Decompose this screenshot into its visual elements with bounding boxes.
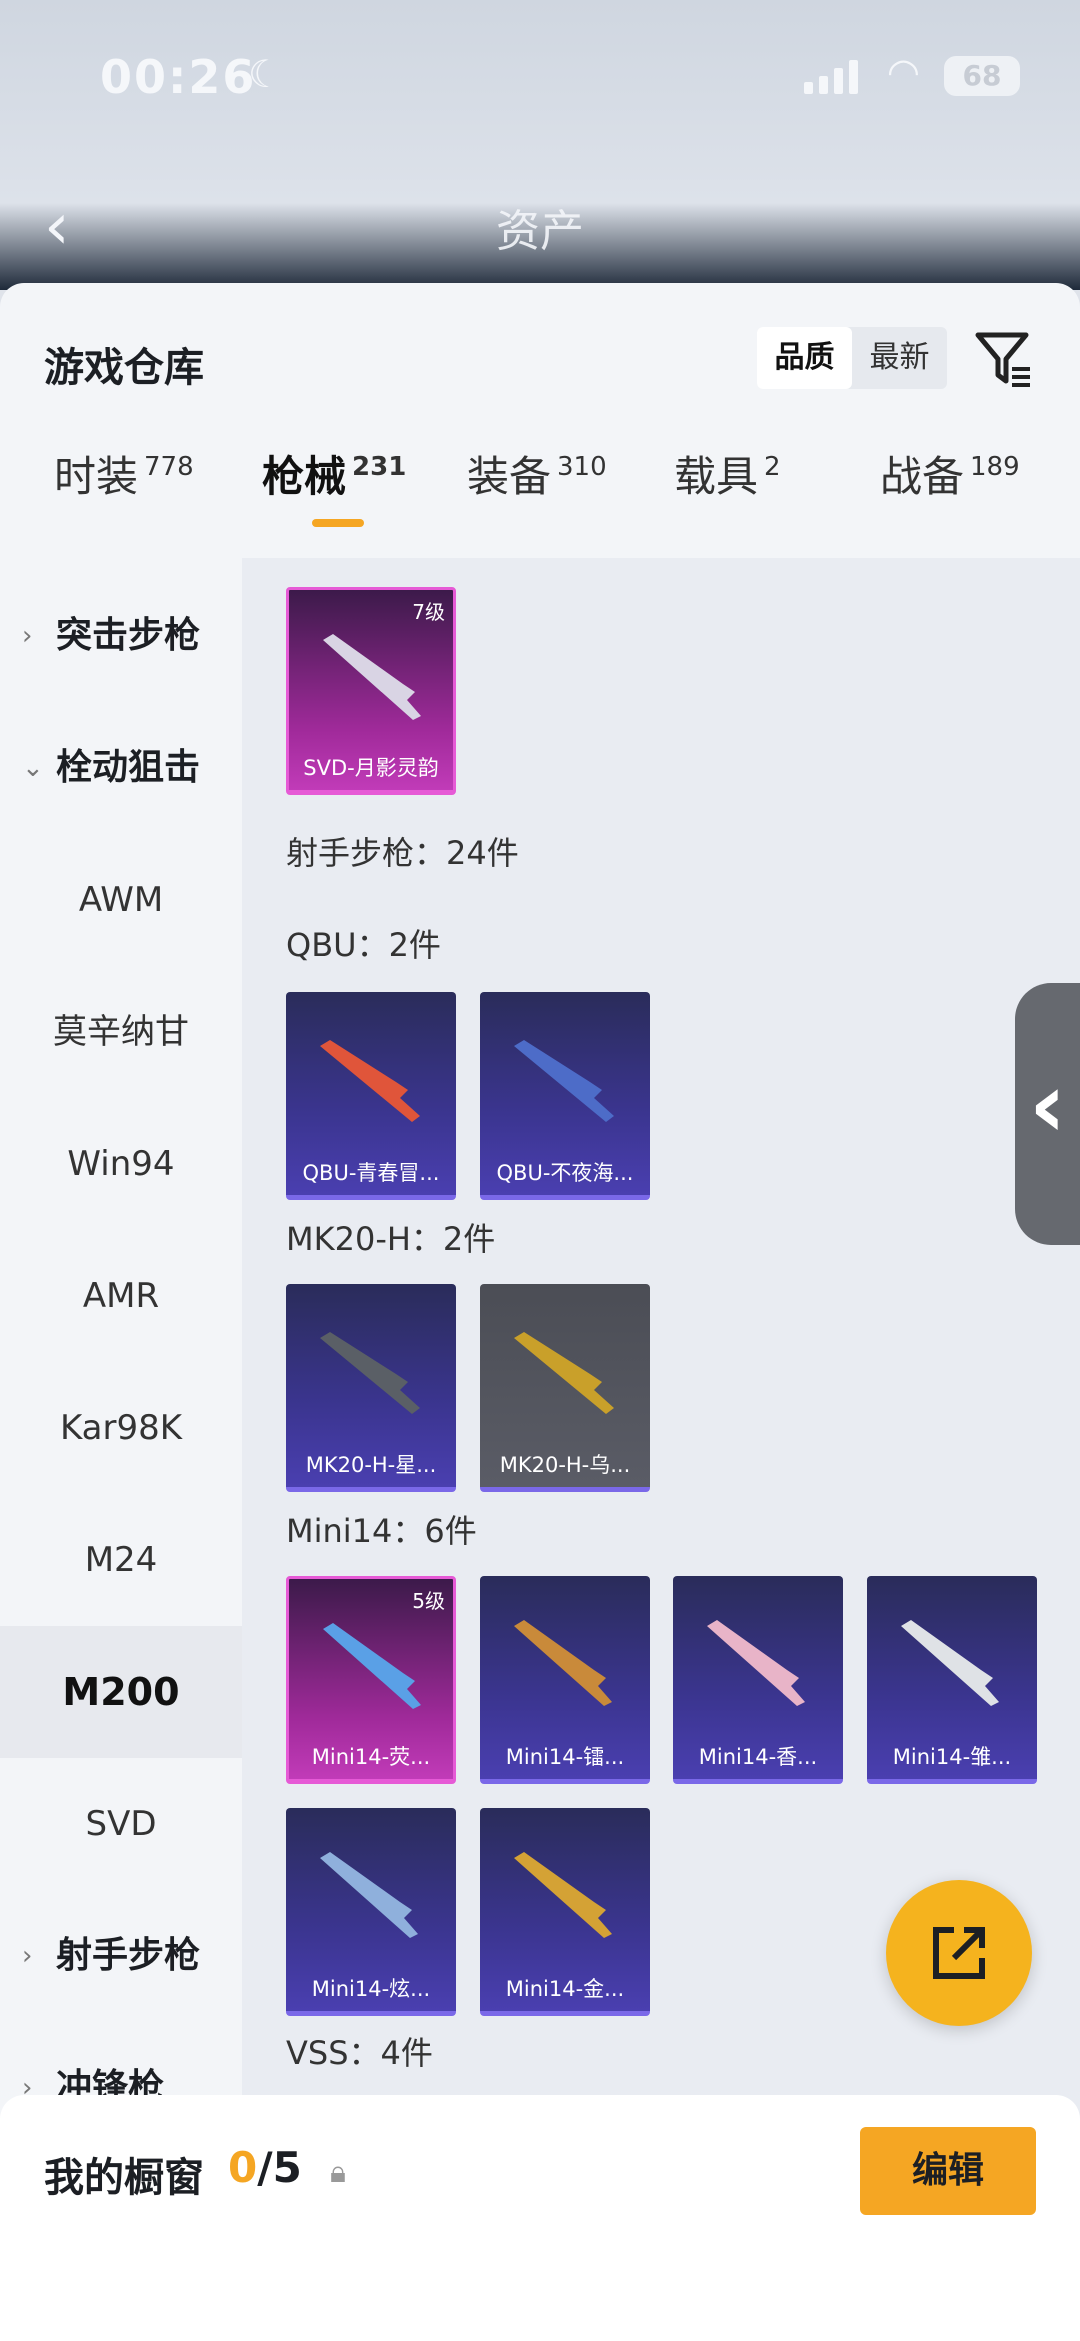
category-kar98k[interactable]: Kar98K [0, 1362, 242, 1494]
category-m24[interactable]: M24 [0, 1494, 242, 1626]
rifle-icon [323, 634, 421, 720]
my-showcase-bar: 我的橱窗 0/5 🔒︎ 编辑 [0, 2095, 1080, 2341]
chevron-right-icon: › [22, 1941, 33, 1971]
weapon-card[interactable]: 7级 SVD-月影灵韵 [286, 587, 456, 795]
category-svd[interactable]: SVD [0, 1758, 242, 1890]
rifle-icon [323, 1623, 421, 1709]
group-header-marksman: 射手步枪：24件 [286, 834, 519, 872]
category-m200[interactable]: M200 [0, 1626, 242, 1758]
weapon-name: Mini14-镭... [505, 1745, 625, 1769]
weapon-name: Mini14-金... [505, 1977, 625, 2001]
sort-latest-button[interactable]: 最新 [852, 327, 947, 389]
weapon-name: QBU-不夜海... [496, 1161, 634, 1185]
sort-quality-button[interactable]: 品质 [757, 327, 852, 389]
status-bar: 00:26 ☾ ◠ 68 [100, 50, 1020, 110]
category-bolt-sniper[interactable]: ⌄ 栓动狙击 [0, 702, 242, 834]
lock-icon: 🔒︎ [330, 2155, 346, 2190]
weapon-name: MK20-H-星... [305, 1453, 437, 1477]
group-header-qbu: QBU：2件 [286, 926, 441, 964]
game-warehouse-sheet: 游戏仓库 品质 最新 时装 778 枪械 231 装备 310 载具 2 战备 189 ›… [0, 283, 1080, 2341]
weapon-name: QBU-青春冒... [302, 1161, 440, 1185]
tab-firearms[interactable]: 枪械 231 [262, 443, 406, 527]
wifi-icon: ◠ [886, 50, 920, 94]
tab-equipment[interactable]: 装备 310 [467, 443, 607, 504]
weapon-card[interactable]: Mini14-炫... [286, 1808, 456, 2016]
showcase-label: 我的橱窗 [44, 2155, 204, 2201]
group-header-mini14: Mini14：6件 [286, 1512, 477, 1550]
weapon-card[interactable]: Mini14-雏... [867, 1576, 1037, 1784]
weapon-name: MK20-H-乌... [499, 1453, 631, 1477]
moon-icon: ☾ [248, 52, 283, 96]
weapon-name: SVD-月影灵韵 [303, 756, 439, 780]
weapon-card[interactable]: Mini14-香... [673, 1576, 843, 1784]
rifle-icon [320, 1332, 420, 1414]
weapon-category-list: › 突击步枪 ⌄ 栓动狙击 AWM 莫辛纳甘 Win94 AMR Kar98K M2… [0, 558, 242, 2158]
rifle-icon [514, 1620, 612, 1706]
category-mosin[interactable]: 莫辛纳甘 [0, 966, 242, 1098]
rifle-icon [901, 1620, 999, 1706]
rifle-icon [320, 1040, 420, 1122]
category-tabs: 时装 778 枪械 231 装备 310 载具 2 战备 189 [0, 443, 1080, 563]
signal-icon [804, 58, 860, 94]
page-title: 资产 [496, 206, 584, 257]
weapon-name: Mini14-荧... [311, 1745, 431, 1769]
rifle-icon [320, 1852, 418, 1938]
category-awm[interactable]: AWM [0, 834, 242, 966]
rifle-icon [514, 1040, 614, 1122]
weapon-card[interactable]: Mini14-金... [480, 1808, 650, 2016]
weapon-name: Mini14-香... [698, 1745, 818, 1769]
group-header-mk20: MK20-H：2件 [286, 1220, 496, 1258]
showcase-total: /5 [257, 2143, 302, 2192]
group-header-vss: VSS：4件 [286, 2034, 433, 2072]
tab-supplies[interactable]: 战备 189 [880, 443, 1020, 504]
chevron-left-icon: ‹ [1029, 1053, 1067, 1158]
sort-toggle: 品质 最新 [757, 327, 947, 389]
chevron-down-icon: ⌄ [22, 753, 44, 783]
rifle-icon [707, 1620, 805, 1706]
share-icon [933, 1927, 985, 1979]
showcase-current: 0 [228, 2143, 258, 2192]
weapon-card[interactable]: MK20-H-星... [286, 1284, 456, 1492]
category-win94[interactable]: Win94 [0, 1098, 242, 1230]
weapon-card[interactable]: Mini14-镭... [480, 1576, 650, 1784]
filter-icon[interactable] [972, 327, 1036, 391]
tab-fashion[interactable]: 时装 778 [54, 443, 194, 504]
chevron-right-icon: › [22, 621, 33, 651]
weapon-card[interactable]: QBU-不夜海... [480, 992, 650, 1200]
showcase-count: 0/5 [228, 2143, 302, 2192]
weapon-name: Mini14-炫... [311, 1977, 431, 2001]
category-amr[interactable]: AMR [0, 1230, 242, 1362]
weapon-name: Mini14-雏... [892, 1745, 1012, 1769]
battery-indicator: 68 [944, 56, 1020, 96]
weapon-card[interactable]: 5级 Mini14-荧... [286, 1576, 456, 1784]
share-fab[interactable] [886, 1880, 1032, 2026]
rifle-icon [514, 1852, 612, 1938]
category-marksman-rifle[interactable]: › 射手步枪 [0, 1890, 242, 2022]
rifle-icon [514, 1332, 614, 1414]
edit-button[interactable]: 编辑 [860, 2127, 1036, 2215]
side-drawer-handle[interactable]: ‹ [1015, 983, 1080, 1245]
sheet-title: 游戏仓库 [44, 345, 204, 391]
tab-vehicles[interactable]: 载具 2 [674, 443, 781, 504]
weapon-card[interactable]: MK20-H-乌... [480, 1284, 650, 1492]
status-time: 00:26 [100, 50, 257, 104]
app-header: 00:26 ☾ ◠ 68 ‹ 资产 [0, 0, 1080, 290]
category-assault-rifle[interactable]: › 突击步枪 [0, 570, 242, 702]
weapon-card[interactable]: QBU-青春冒... [286, 992, 456, 1200]
